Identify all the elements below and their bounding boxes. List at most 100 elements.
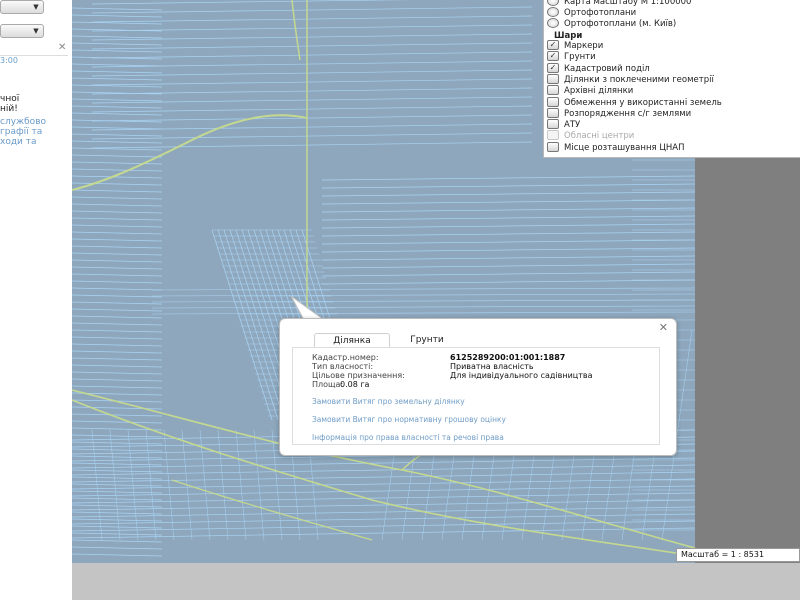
parcel-line xyxy=(72,539,163,543)
sidebar-text-line[interactable]: графії та xyxy=(0,127,42,137)
parcel-line xyxy=(72,252,163,256)
overlay-layer-label: Місце розташування ЦНАП xyxy=(564,142,685,153)
overlay-layer-option[interactable]: ✓ Кадастровий поділ xyxy=(547,62,650,74)
parcel-line xyxy=(91,96,533,104)
road-boundary xyxy=(72,114,308,191)
map-bottom-band xyxy=(72,563,800,600)
overlay-layer-option[interactable]: Архівні ділянки xyxy=(547,85,634,97)
sidebar-close-icon[interactable]: ✕ xyxy=(58,42,66,54)
sidebar-select-1[interactable]: ▼ xyxy=(0,0,44,14)
parcel-line xyxy=(91,51,533,59)
parcel-line xyxy=(321,215,695,221)
checkbox-checked[interactable]: ✓ xyxy=(547,40,559,50)
parcel-line xyxy=(91,42,533,50)
parcel-line xyxy=(321,231,695,237)
parcel-line xyxy=(91,123,533,131)
sidebar-text-line[interactable]: службово xyxy=(0,117,46,127)
parcel-line xyxy=(72,21,163,25)
parcel-line xyxy=(72,63,163,67)
parcel-line xyxy=(72,364,163,368)
parcel-line xyxy=(91,33,533,41)
parcel-line xyxy=(72,448,163,452)
parcel-line xyxy=(72,238,163,242)
checkbox[interactable] xyxy=(547,107,559,118)
parcel-line xyxy=(151,287,695,291)
checkbox[interactable] xyxy=(547,141,559,152)
parcel-line xyxy=(235,429,247,541)
popup-close-icon[interactable]: ✕ xyxy=(659,321,668,334)
parcel-line xyxy=(72,294,163,298)
parcel-line xyxy=(72,532,163,536)
parcel-line xyxy=(91,24,533,32)
overlay-layer-option[interactable]: Обмеження у використанні земель xyxy=(547,96,722,108)
link-order-valuation[interactable]: Замовити Витяг про нормативну грошову оц… xyxy=(312,415,506,424)
field-value-ownership-type: Приватна власність xyxy=(450,362,534,371)
parcel-line xyxy=(321,191,695,197)
parcel-line xyxy=(72,546,163,550)
overlay-layer-option[interactable]: АТУ xyxy=(547,119,581,131)
parcel-popup: ✕ Ділянка Грунти Кадастр.номер: 61252892… xyxy=(279,318,677,456)
parcel-line xyxy=(72,553,163,557)
parcel-line xyxy=(72,329,163,333)
parcel-line xyxy=(72,231,163,235)
parcel-line xyxy=(72,189,163,193)
parcel-line xyxy=(72,469,163,473)
parcel-line xyxy=(145,429,157,541)
radio-button[interactable] xyxy=(547,0,559,6)
parcel-line xyxy=(321,175,695,181)
radio-button[interactable] xyxy=(547,7,559,17)
base-map-option[interactable]: Ортофотоплани xyxy=(547,7,636,18)
parcel-line xyxy=(72,77,163,81)
overlay-layer-option[interactable]: Розпорядження с/г землями xyxy=(547,107,691,119)
parcel-line xyxy=(72,511,163,515)
parcel-line xyxy=(321,223,695,229)
parcel-line xyxy=(72,322,163,326)
base-map-option[interactable]: Ортофотоплани (м. Київ) xyxy=(547,18,677,29)
parcel-line xyxy=(72,371,163,375)
parcel-line xyxy=(72,49,163,53)
parcel-line xyxy=(72,378,163,382)
scale-bar: Масштаб = 1 : 8531 xyxy=(676,548,800,562)
overlay-layer-option[interactable]: Ділянки з поклеченими геометрії xyxy=(547,73,714,85)
base-map-label: Ортофотоплани (м. Київ) xyxy=(564,19,677,29)
parcel-line xyxy=(72,420,163,424)
parcel-line xyxy=(72,154,163,158)
parcel-line xyxy=(72,98,163,102)
parcel-line xyxy=(321,199,695,205)
parcel-line xyxy=(217,429,229,541)
checkbox-checked[interactable]: ✓ xyxy=(547,62,559,73)
overlay-layer-label: Архівні ділянки xyxy=(564,86,634,97)
overlay-layer-option[interactable]: Місце розташування ЦНАП xyxy=(547,141,685,153)
link-order-extract[interactable]: Замовити Витяг про земельну ділянку xyxy=(312,397,465,406)
checkbox[interactable] xyxy=(547,119,559,130)
overlay-layer-option[interactable]: ✓ Маркери xyxy=(547,40,603,51)
checkbox-checked[interactable]: ✓ xyxy=(547,51,559,62)
overlay-layer-label: АТУ xyxy=(564,120,581,131)
parcel-line xyxy=(72,147,163,151)
tab-soils[interactable]: Грунти xyxy=(402,333,452,347)
parcel-line xyxy=(321,255,695,261)
overlay-layer-option[interactable]: ✓ Грунти xyxy=(547,51,596,62)
parcel-line xyxy=(72,168,163,172)
parcel-line xyxy=(72,196,163,200)
parcel-line xyxy=(163,429,175,541)
base-map-option[interactable]: Карта масштабу М 1:100000 xyxy=(547,0,691,7)
link-ownership-info[interactable]: Інформація про права власності та речові… xyxy=(312,433,504,442)
parcel-line xyxy=(72,259,163,263)
checkbox[interactable] xyxy=(547,96,559,107)
sidebar-text-line: чної xyxy=(0,94,20,104)
sidebar-text-line[interactable]: ходи та xyxy=(0,137,37,147)
tab-parcel[interactable]: Ділянка xyxy=(314,333,390,348)
radio-button[interactable] xyxy=(547,18,559,28)
parcel-line xyxy=(72,203,163,207)
overlay-layer-label: Кадастровий поділ xyxy=(564,63,650,74)
parcel-line xyxy=(72,357,163,361)
checkbox[interactable] xyxy=(547,85,559,96)
field-value-cadastral-number: 6125289200:01:001:1887 xyxy=(450,353,566,362)
parcel-line xyxy=(72,175,163,179)
layers-panel: Карта масштабу М 1:100000 Ортофотоплани Ор… xyxy=(543,0,800,158)
parcel-line xyxy=(321,271,695,277)
parcel-line xyxy=(72,105,163,109)
sidebar-select-2[interactable]: ▼ xyxy=(0,24,44,38)
checkbox[interactable] xyxy=(547,73,559,84)
